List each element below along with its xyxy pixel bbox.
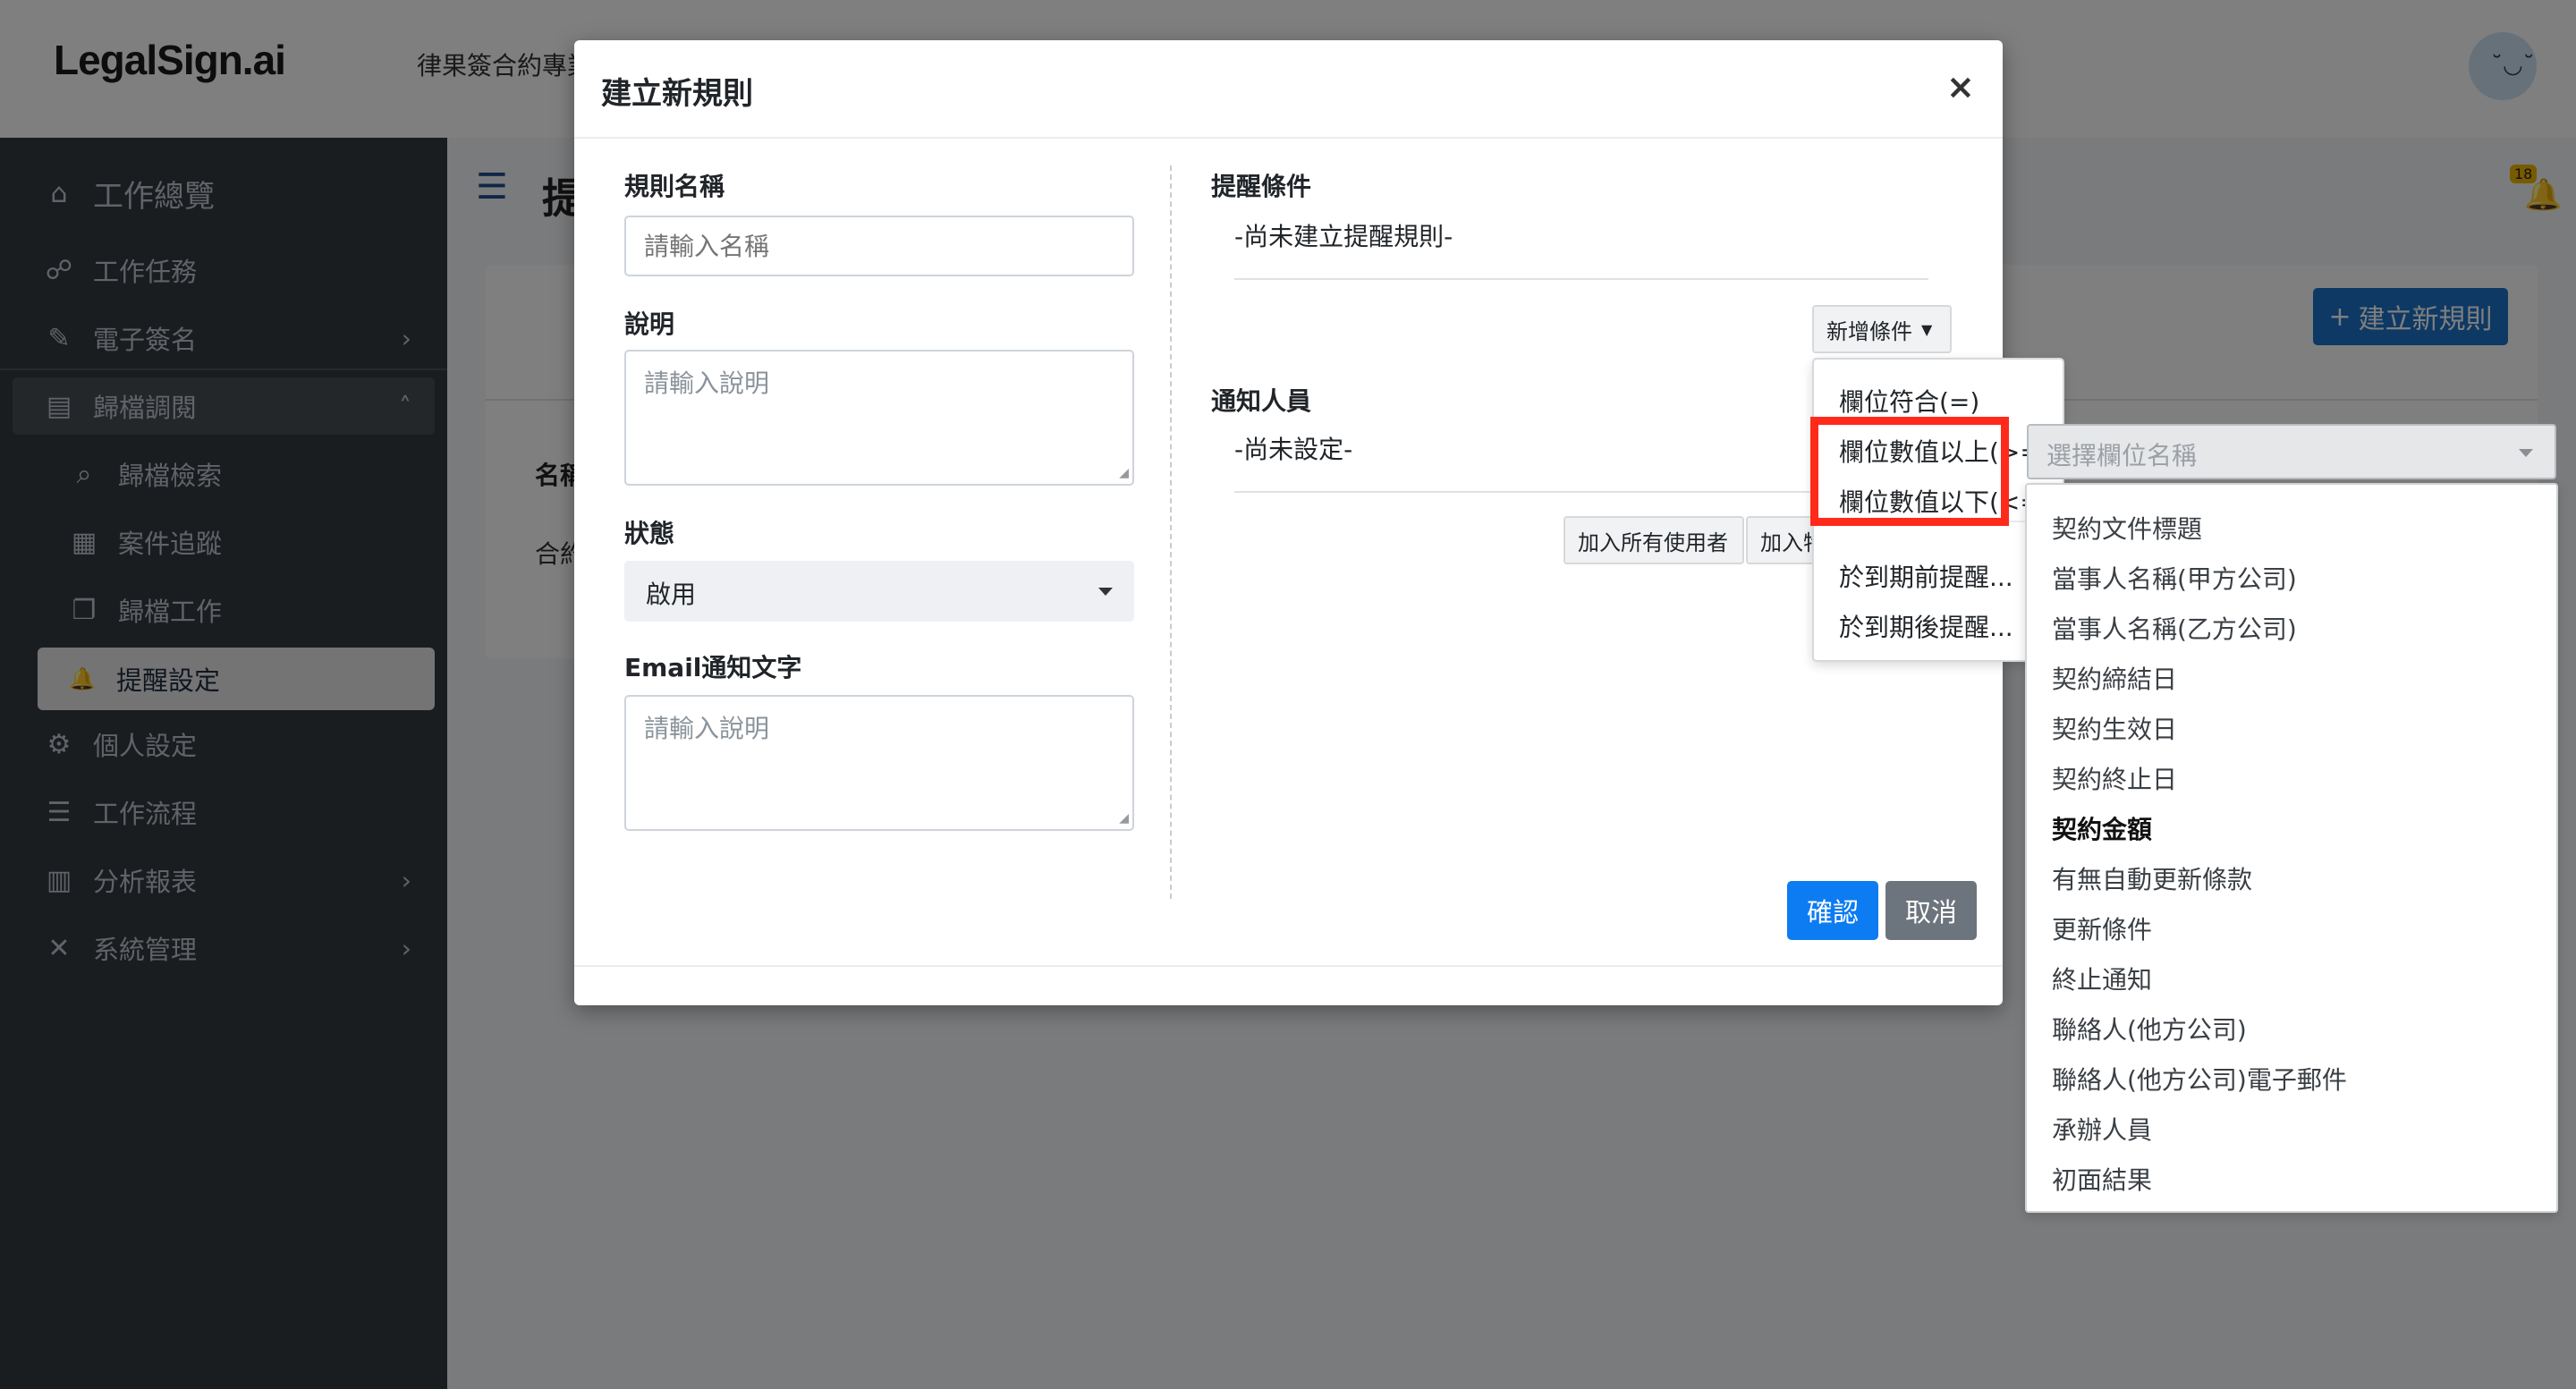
close-icon[interactable]: × bbox=[1946, 67, 1975, 106]
status-value: 啟用 bbox=[646, 580, 697, 609]
description-placeholder: 請輸入說明 bbox=[644, 368, 770, 398]
list-item[interactable]: 契約締結日 bbox=[2052, 660, 2177, 696]
list-item[interactable]: 聯絡人(他方公司)電子郵件 bbox=[2052, 1061, 2347, 1097]
status-label: 狀態 bbox=[624, 519, 675, 548]
annotation-highlight-box bbox=[1810, 417, 2009, 526]
list-item[interactable]: 更新條件 bbox=[2052, 910, 2152, 946]
field-select-placeholder: 選擇欄位名稱 bbox=[2046, 441, 2198, 470]
field-options-list: 契約文件標題 當事人名稱(甲方公司) 當事人名稱(乙方公司) 契約締結日 契約生… bbox=[2025, 483, 2558, 1213]
description-textarea[interactable]: 請輸入說明 ◢ bbox=[624, 350, 1134, 486]
add-specific-user-button[interactable]: 加入特 bbox=[1746, 516, 1818, 564]
list-item[interactable]: 當事人名稱(甲方公司) bbox=[2052, 560, 2297, 596]
email-text-label: Email通知文字 bbox=[624, 653, 802, 682]
status-select[interactable]: 啟用 bbox=[624, 561, 1134, 622]
notify-empty-text: -尚未設定- bbox=[1234, 435, 1353, 464]
cancel-button[interactable]: 取消 bbox=[1885, 881, 1977, 940]
description-label: 說明 bbox=[624, 309, 675, 339]
modal-header: 建立新規則 × bbox=[574, 40, 2003, 139]
email-textarea[interactable]: 請輸入說明 ◢ bbox=[624, 695, 1134, 831]
email-placeholder: 請輸入說明 bbox=[644, 714, 770, 743]
list-item[interactable]: 有無自動更新條款 bbox=[2052, 860, 2252, 896]
caret-down-icon bbox=[2519, 449, 2533, 457]
add-condition-label: 新增條件 bbox=[1826, 318, 1912, 344]
condition-label: 提醒條件 bbox=[1211, 172, 1312, 201]
list-item[interactable]: 承辦人員 bbox=[2052, 1111, 2152, 1147]
confirm-button[interactable]: 確認 bbox=[1787, 881, 1878, 940]
caret-down-icon: ▼ bbox=[1921, 320, 1933, 338]
list-item[interactable]: 初面結果 bbox=[2052, 1161, 2152, 1197]
condition-item-equals[interactable]: 欄位符合(=) bbox=[1839, 383, 1979, 419]
condition-divider bbox=[1234, 278, 1928, 280]
modal-footer-divider bbox=[574, 965, 2003, 967]
list-item-highlighted[interactable]: 契約金額 bbox=[2052, 810, 2152, 846]
add-all-users-button[interactable]: 加入所有使用者 bbox=[1563, 516, 1744, 564]
rule-name-input[interactable] bbox=[624, 216, 1134, 276]
notify-label: 通知人員 bbox=[1211, 386, 1312, 416]
condition-item-before-expiry[interactable]: 於到期前提醒... bbox=[1839, 558, 2013, 594]
create-rule-modal: 建立新規則 × 規則名稱 說明 請輸入說明 ◢ 狀態 啟用 Email通知文字 … bbox=[574, 40, 2003, 1005]
list-item[interactable]: 聯絡人(他方公司) bbox=[2052, 1011, 2247, 1046]
modal-title: 建立新規則 bbox=[601, 76, 753, 112]
condition-empty-text: -尚未建立提醒規則- bbox=[1234, 222, 1453, 251]
list-item[interactable]: 終止通知 bbox=[2052, 961, 2152, 996]
caret-down-icon bbox=[1098, 588, 1113, 596]
list-item[interactable]: 契約終止日 bbox=[2052, 760, 2177, 796]
list-item[interactable]: 契約文件標題 bbox=[2052, 510, 2202, 546]
rule-name-label: 規則名稱 bbox=[624, 172, 725, 201]
add-condition-button[interactable]: 新增條件 ▼ bbox=[1812, 305, 1952, 353]
column-divider bbox=[1170, 165, 1172, 899]
field-name-select[interactable]: 選擇欄位名稱 bbox=[2027, 424, 2556, 479]
list-item[interactable]: 契約生效日 bbox=[2052, 710, 2177, 746]
resize-handle-icon[interactable]: ◢ bbox=[1119, 466, 1129, 480]
condition-item-after-expiry[interactable]: 於到期後提醒... bbox=[1839, 608, 2013, 644]
resize-handle-icon[interactable]: ◢ bbox=[1119, 811, 1129, 826]
list-item[interactable]: 當事人名稱(乙方公司) bbox=[2052, 610, 2297, 646]
